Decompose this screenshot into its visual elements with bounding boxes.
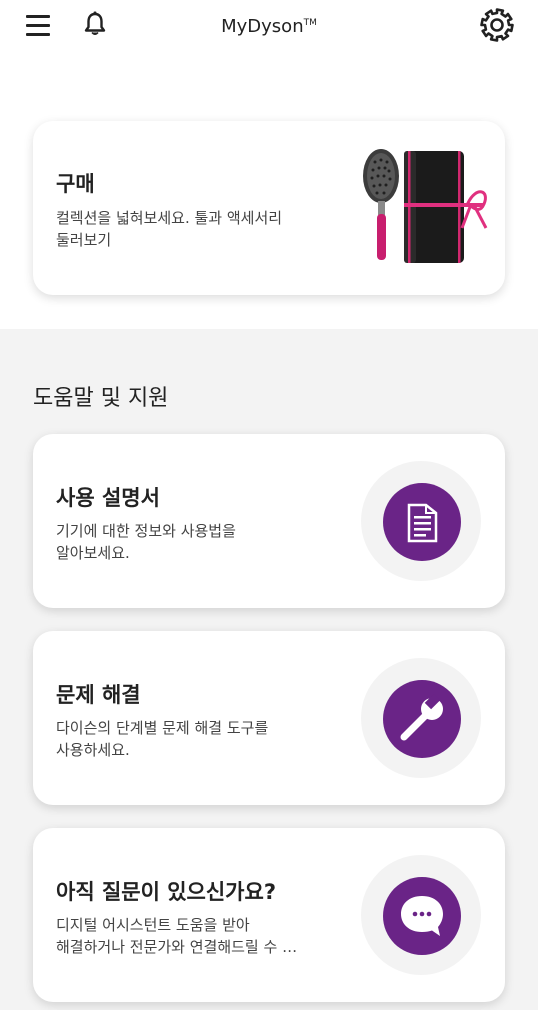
top-app-bar: MyDysonTM xyxy=(0,0,538,56)
troubleshooting-card[interactable]: 문제 해결 다이슨의 단계별 문제 해결 도구를 사용하세요. xyxy=(33,631,505,805)
shop-card[interactable]: 구매 컬렉션을 넓혀보세요. 툴과 액세서리 둘러보기 xyxy=(33,121,505,295)
contact-support-icon-circle xyxy=(361,855,481,975)
shop-card-description: 컬렉션을 넓혀보세요. 툴과 액세서리 둘러보기 xyxy=(56,209,283,249)
user-manual-icon-circle xyxy=(361,461,481,581)
troubleshooting-description: 다이슨의 단계별 문제 해결 도구를 사용하세요. xyxy=(56,719,269,759)
shop-card-title: 구매 xyxy=(56,172,95,196)
chat-bubble-icon xyxy=(383,877,461,955)
contact-support-card[interactable]: 아직 질문이 있으신가요? 디지털 어시스턴트 도움을 받아 해결하거나 전문가… xyxy=(33,828,505,1002)
wrench-icon xyxy=(383,680,461,758)
app-title-text: MyDyson xyxy=(221,16,304,37)
trademark-mark: TM xyxy=(303,18,317,28)
contact-support-description: 디지털 어시스턴트 도움을 받아 해결하거나 전문가와 연결해드릴 수 … xyxy=(56,916,298,956)
brush-and-pouch-product-image xyxy=(358,146,498,271)
document-icon xyxy=(383,483,461,561)
gear-icon[interactable] xyxy=(480,8,514,42)
troubleshooting-title: 문제 해결 xyxy=(56,683,141,707)
contact-support-title: 아직 질문이 있으신가요? xyxy=(56,880,277,904)
user-manual-description: 기기에 대한 정보와 사용법을 알아보세요. xyxy=(56,522,236,562)
user-manual-title: 사용 설명서 xyxy=(56,486,160,510)
troubleshooting-icon-circle xyxy=(361,658,481,778)
app-title: MyDysonTM xyxy=(0,16,538,37)
user-manual-card[interactable]: 사용 설명서 기기에 대한 정보와 사용법을 알아보세요. xyxy=(33,434,505,608)
help-section-heading: 도움말 및 지원 xyxy=(33,386,169,411)
